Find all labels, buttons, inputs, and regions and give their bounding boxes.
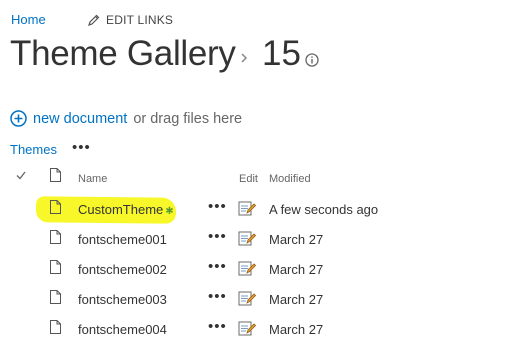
item-menu-button[interactable]: ••• (208, 318, 227, 335)
file-name: fontscheme001 (78, 232, 167, 247)
document-icon (50, 200, 61, 219)
select-all-check-icon[interactable] (16, 171, 26, 180)
file-name: CustomTheme (78, 202, 164, 217)
column-header-name[interactable]: Name (78, 173, 107, 185)
file-name-link[interactable]: CustomTheme ✱ (78, 202, 174, 217)
home-link[interactable]: Home (11, 12, 46, 27)
table-row[interactable]: fontscheme004 ••• March 27 (0, 315, 530, 345)
item-menu-button[interactable]: ••• (208, 228, 227, 245)
view-themes-tab[interactable]: Themes (10, 142, 57, 157)
page-title: Theme Gallery (10, 34, 236, 73)
pencil-icon (88, 14, 100, 26)
item-menu-button[interactable]: ••• (208, 258, 227, 275)
edit-item-icon[interactable] (238, 290, 257, 311)
info-icon[interactable] (305, 53, 319, 67)
document-icon (50, 290, 61, 309)
item-menu-button[interactable]: ••• (208, 288, 227, 305)
item-menu-button[interactable]: ••• (208, 198, 227, 215)
file-name: fontscheme004 (78, 322, 167, 337)
column-header-edit: Edit (239, 173, 258, 185)
item-count: 15 (262, 34, 301, 73)
edit-links-button[interactable]: EDIT LINKS (88, 13, 173, 27)
edit-item-icon[interactable] (238, 230, 257, 251)
edit-item-icon[interactable] (238, 200, 257, 221)
modified-date: A few seconds ago (269, 202, 379, 217)
table-row[interactable]: fontscheme003 ••• March 27 (0, 285, 530, 315)
modified-date: March 27 (269, 322, 324, 337)
drag-files-text: or drag files here (133, 110, 243, 127)
file-name-link[interactable]: fontscheme003 (78, 292, 167, 307)
file-name-link[interactable]: fontscheme002 (78, 262, 167, 277)
document-icon (50, 320, 61, 339)
file-type-icon (50, 168, 61, 182)
edit-item-icon[interactable] (238, 320, 257, 341)
new-item-icon: ✱ (165, 206, 174, 217)
table-row[interactable]: fontscheme002 ••• March 27 (0, 255, 530, 285)
edit-item-icon[interactable] (238, 260, 257, 281)
new-document-bar: new document or drag files here (10, 110, 242, 127)
new-document-button[interactable]: new document (33, 111, 127, 127)
view-more-button[interactable]: ••• (72, 139, 91, 156)
add-circle-icon[interactable] (10, 110, 27, 127)
file-name-link[interactable]: fontscheme004 (78, 322, 167, 337)
file-name: fontscheme003 (78, 292, 167, 307)
document-icon (50, 230, 61, 249)
column-header-modified[interactable]: Modified (269, 173, 311, 185)
modified-date: March 27 (269, 232, 324, 247)
modified-date: March 27 (269, 262, 324, 277)
table-row[interactable]: fontscheme001 ••• March 27 (0, 225, 530, 255)
file-name: fontscheme002 (78, 262, 167, 277)
file-name-link[interactable]: fontscheme001 (78, 232, 167, 247)
document-icon (50, 260, 61, 279)
edit-links-label: EDIT LINKS (106, 13, 174, 27)
table-row[interactable]: CustomTheme ✱ ••• A few seconds ago (0, 195, 530, 225)
chevron-right-icon (241, 53, 248, 63)
modified-date: March 27 (269, 292, 324, 307)
